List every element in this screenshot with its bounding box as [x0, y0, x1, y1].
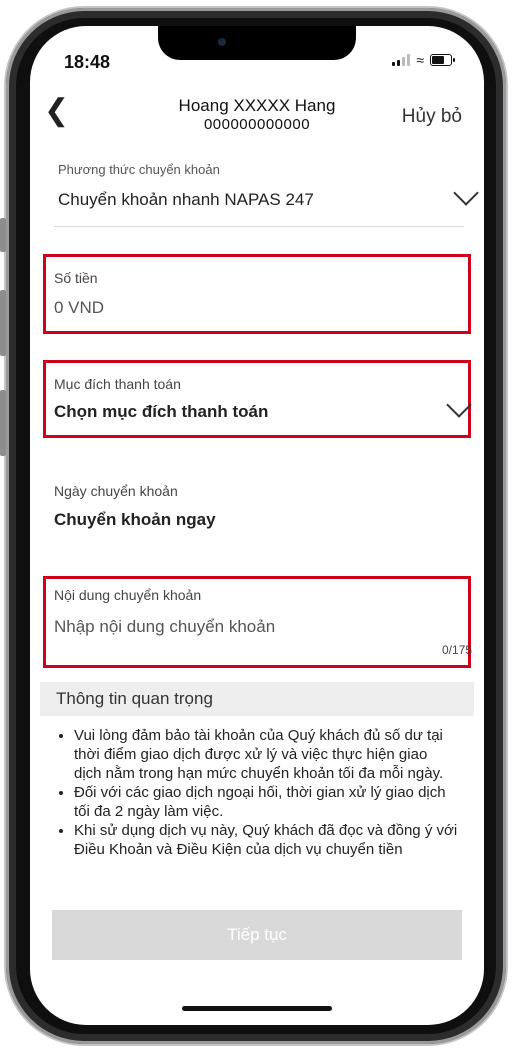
note-item: Vui lòng đảm bảo tài khoản của Quý khách…: [74, 726, 458, 783]
transfer-method-chevron-down-icon[interactable]: [453, 180, 479, 206]
transfer-date-value[interactable]: Chuyển khoản ngay: [54, 510, 216, 530]
transfer-method-value[interactable]: Chuyển khoản nhanh NAPAS 247: [58, 190, 314, 210]
side-button-mute: [0, 218, 6, 252]
home-indicator[interactable]: [182, 1006, 332, 1011]
battery-icon: [430, 54, 455, 66]
content-label: Nội dung chuyển khoản: [54, 587, 202, 603]
status-icons: ≈: [392, 52, 455, 68]
continue-button[interactable]: Tiếp tục: [52, 910, 462, 960]
transfer-date-label: Ngày chuyển khoản: [54, 483, 178, 499]
important-info-header: Thông tin quan trọng: [40, 682, 474, 716]
cancel-button[interactable]: Hủy bỏ: [402, 106, 462, 128]
amount-input[interactable]: 0 VND: [54, 298, 104, 318]
amount-label: Số tiền: [54, 270, 98, 286]
transfer-method-divider: [54, 226, 464, 227]
wifi-icon: ≈: [416, 52, 424, 68]
transfer-method-label: Phương thức chuyển khoản: [58, 162, 220, 177]
signal-icon: [392, 54, 411, 66]
purpose-label: Mục đích thanh toán: [54, 376, 181, 392]
purpose-field-highlight: [43, 360, 471, 438]
purpose-select[interactable]: Chọn mục đích thanh toán: [54, 402, 268, 422]
app-screen: 18:48 ≈ ❮ Hoang XXXXX Hang 000000000000 …: [30, 26, 484, 1025]
status-time: 18:48: [64, 52, 111, 72]
content-char-counter: 0/175: [442, 643, 473, 657]
side-button-volume-down: [0, 390, 6, 456]
camera-icon: [218, 38, 226, 46]
content-input[interactable]: Nhập nội dung chuyển khoản: [54, 617, 275, 637]
notch: [158, 26, 356, 60]
note-item: Khi sử dụng dịch vụ này, Quý khách đã đọ…: [74, 821, 458, 859]
note-item: Đối với các giao dịch ngoại hối, thời gi…: [74, 783, 458, 821]
amount-field-highlight: [43, 254, 471, 334]
important-info-title: Thông tin quan trọng: [56, 689, 213, 708]
side-button-volume-up: [0, 290, 6, 356]
important-info-notes: Vui lòng đảm bảo tài khoản của Quý khách…: [54, 726, 458, 886]
